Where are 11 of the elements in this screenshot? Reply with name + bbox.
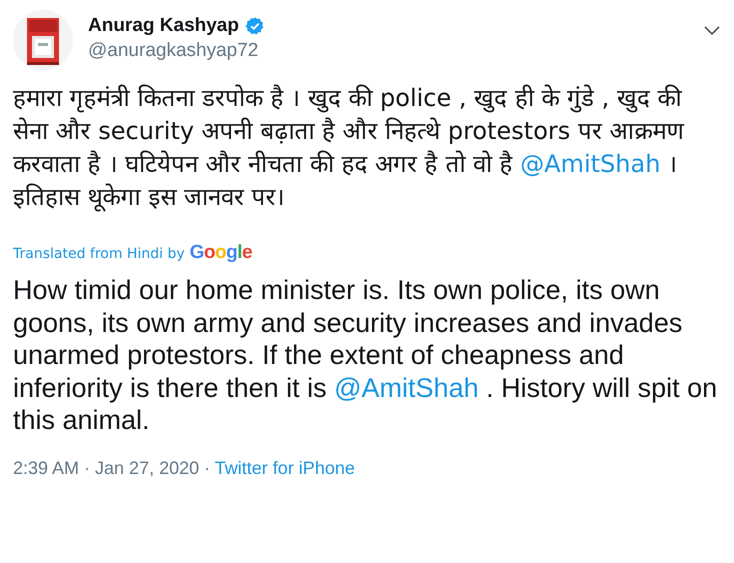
timestamp: 2:39 AM · Jan 27, 2020 ·: [13, 458, 212, 478]
mention-link[interactable]: @AmitShah: [520, 150, 660, 178]
author-handle[interactable]: @anuragkashyap72: [88, 40, 265, 62]
chevron-down-icon[interactable]: [704, 26, 720, 36]
author-name[interactable]: Anurag Kashyap: [88, 15, 239, 37]
translated-text: How timid our home minister is. Its own police, its own goons, its own army and security increases and invades unarmed protestors. If the extent of cheapness and inferiority is there then it is @AmitShah . History will spit on this animal.: [13, 274, 718, 436]
translation-label: Translated from Hindi by: [13, 246, 185, 262]
tweet-text: हमारा गृहमंत्री कितना डरपोक है । खुद की police , खुद ही के गुंडे , खुद की सेना और security अपनी बढ़ाता है और निहत्थे protestors पर आक्रमण करवाता है । घटियेपन और नीचता की हद अगर है तो वो है @AmitShah । इतिहास थूकेगा इस जानवर पर।: [13, 83, 686, 214]
source-link[interactable]: Twitter for iPhone: [214, 458, 355, 478]
google-logo[interactable]: Google: [190, 242, 252, 264]
mention-link[interactable]: @AmitShah: [334, 372, 479, 402]
